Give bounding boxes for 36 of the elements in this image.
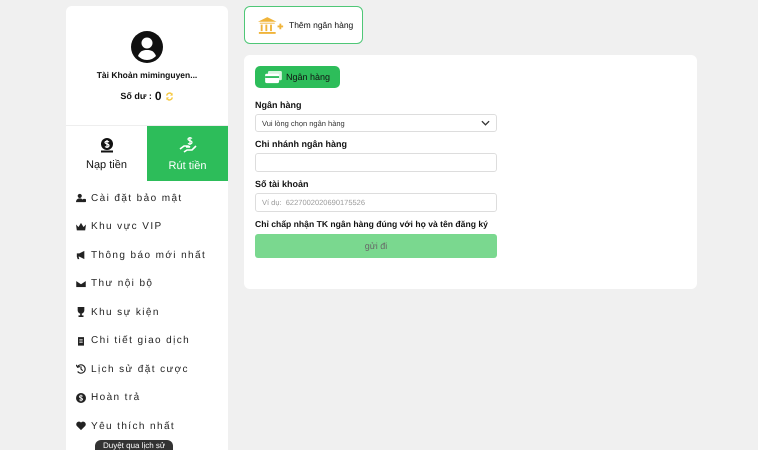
menu-item[interactable]: Khu vực VIP [76,212,228,241]
user-lock-icon [76,193,86,204]
bank-plus-icon [257,16,285,34]
envelope-icon [76,278,86,289]
balance-value: 0 [154,89,162,103]
user-avatar-icon [131,31,163,63]
field-label: Ngân hàng [255,100,302,110]
dollar-coin-icon [76,392,86,403]
menu-item[interactable]: Lịch sử đặt cược [76,355,228,384]
add-bank-button[interactable]: Thêm ngân hàng [244,6,363,44]
trophy-icon [76,307,86,318]
notice-text: Chỉ chấp nhận TK ngân hàng đúng với họ và tên đăng ký [255,219,489,229]
balance-label: Số dư : [120,91,152,101]
megaphone-icon [76,250,86,260]
menu-item[interactable]: Thông báo mới nhất [76,241,228,270]
coin-icon [98,136,114,152]
tooltip: Duyệt qua lịch sử [95,440,174,450]
menu-item[interactable]: Khu sự kiện [76,298,228,326]
refresh-icon[interactable] [164,92,174,100]
clipboard-icon [76,336,86,346]
input-field[interactable] [255,153,497,172]
cards-icon [265,70,282,84]
menu-item[interactable]: Chi tiết giao dịch [76,326,228,355]
field-label: Chi nhánh ngân hàng [255,139,348,149]
account-name: Tài Khoản miminguyen... [96,70,198,80]
menu-item[interactable]: Yêu thích nhất [76,412,228,440]
crown-icon [76,222,86,232]
chevron-down-icon [481,120,490,126]
heart-icon [76,421,86,432]
menu-item[interactable]: Hoàn trả [76,384,228,412]
hand-coin-icon [178,136,196,154]
history-icon [76,364,86,374]
menu-item[interactable]: Thư nội bộ [76,270,228,298]
badge-label: Ngân hàng [286,72,330,82]
field-label: Số tài khoản [255,179,310,189]
menu-item[interactable]: Cài đặt bảo mật [76,184,228,212]
